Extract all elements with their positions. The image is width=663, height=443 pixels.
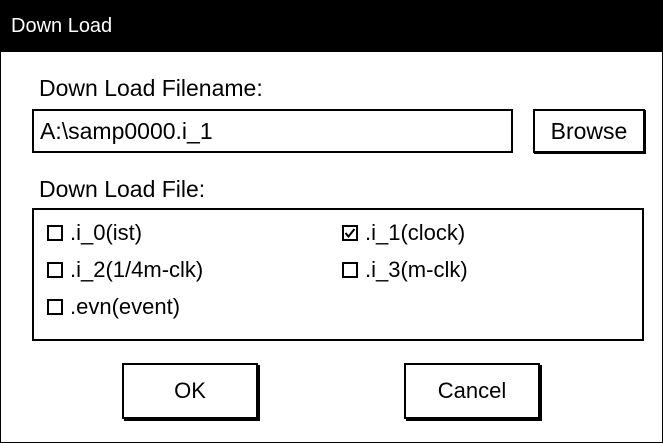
title-bar[interactable]: Down Load [1, 1, 662, 52]
browse-button[interactable]: Browse [533, 109, 645, 153]
checkbox-label: .i_2(1/4m-clk) [70, 257, 204, 282]
download-file-label: Down Load File: [39, 176, 206, 202]
checkmark-icon [344, 228, 356, 239]
checkbox-icon [47, 299, 63, 315]
checkbox-label: .i_3(m-clk) [365, 257, 468, 282]
checkbox-icon [47, 262, 63, 278]
checkbox-label: .i_0(ist) [70, 220, 143, 245]
filename-input[interactable] [32, 109, 513, 153]
checkbox-checked-icon [342, 225, 358, 241]
checkbox-icon [342, 262, 358, 278]
filename-label: Down Load Filename: [39, 75, 263, 101]
download-dialog: Down Load Down Load Filename: Browse Dow… [0, 0, 663, 443]
ok-button[interactable]: OK [122, 363, 258, 419]
checkbox-label: .evn(event) [70, 294, 181, 319]
cancel-button[interactable]: Cancel [404, 363, 540, 419]
window-title: Down Load [11, 15, 113, 37]
checkbox-label: .i_1(clock) [365, 220, 466, 245]
checkbox-icon [47, 225, 63, 241]
